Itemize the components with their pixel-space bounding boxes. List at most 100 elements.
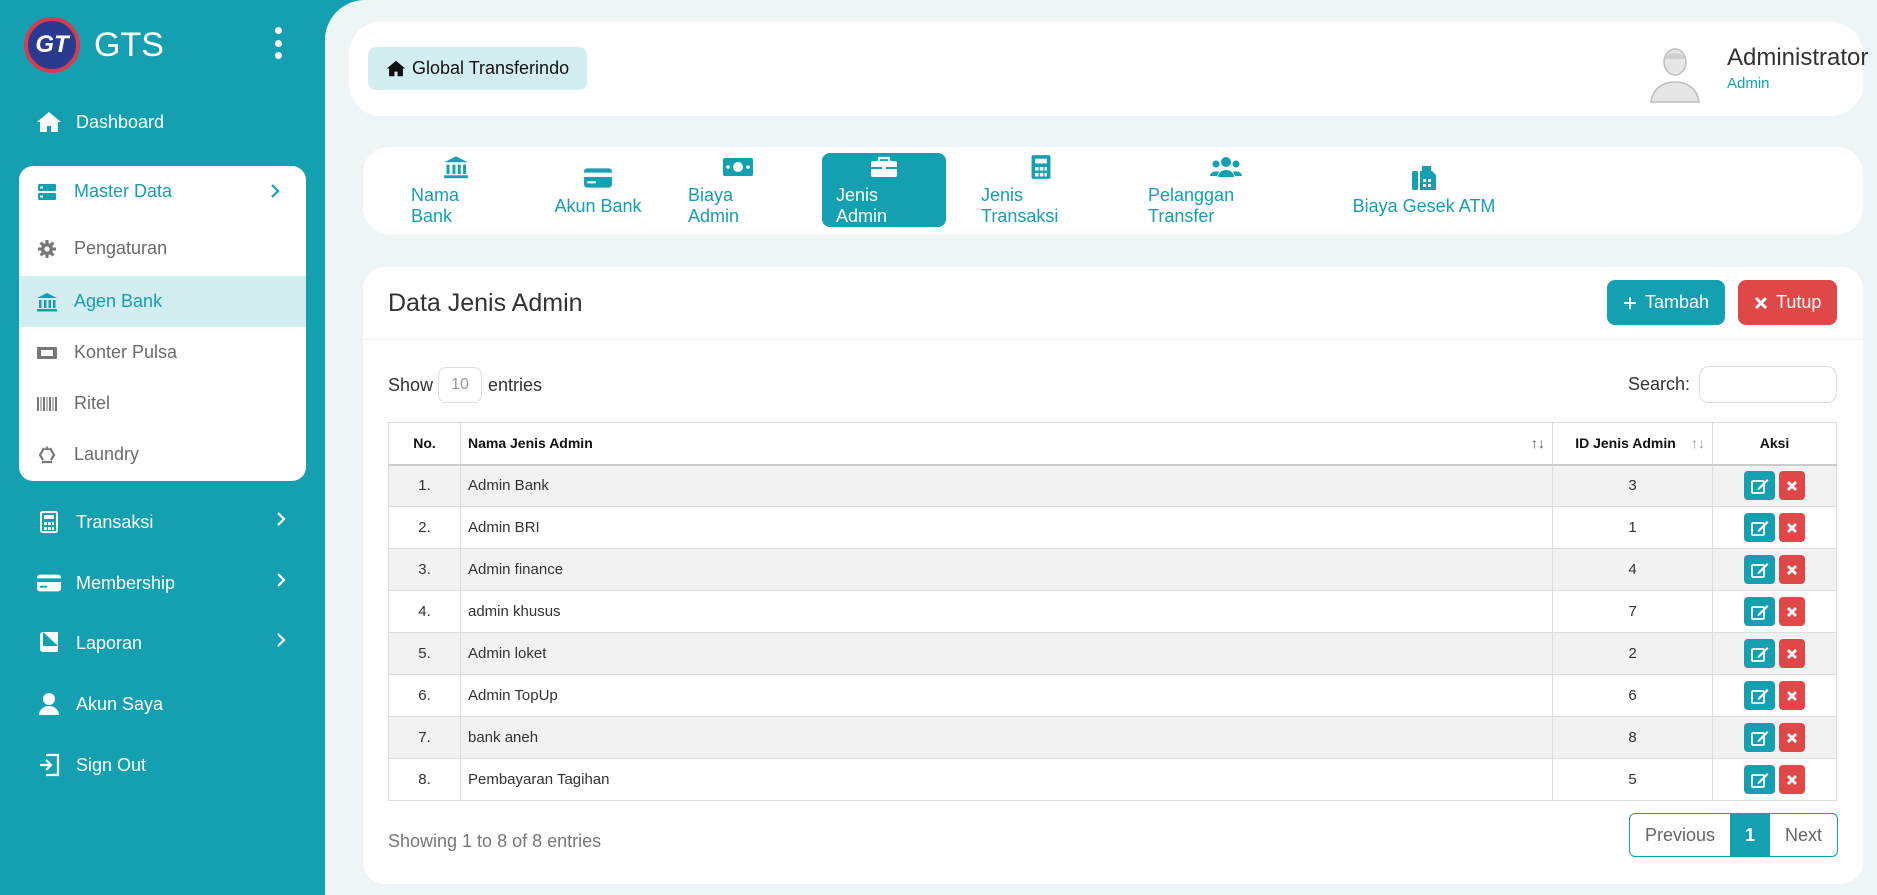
edit-button[interactable] <box>1744 765 1775 794</box>
tab-biaya-gesek-atm[interactable]: Biaya Gesek ATM <box>1338 153 1510 227</box>
cell-name: Admin BRI <box>460 506 1553 549</box>
delete-button[interactable] <box>1779 681 1805 710</box>
chevron-right-icon <box>276 511 286 532</box>
sidebar-subitem-laundry[interactable]: Laundry <box>19 429 306 480</box>
user-role: Admin <box>1727 75 1770 92</box>
sidebar-subitem-pengaturan[interactable]: Pengaturan <box>19 223 306 274</box>
tab-pelanggan-transfer[interactable]: Pelanggan Transfer <box>1134 153 1318 227</box>
table-row: 3. Admin finance 4 <box>388 548 1837 591</box>
table-row: 6. Admin TopUp 6 <box>388 674 1837 717</box>
delete-button[interactable] <box>1779 555 1805 584</box>
cell-actions <box>1712 716 1837 759</box>
sidebar-item-membership[interactable]: Membership <box>36 568 286 598</box>
column-header-aksi: Aksi <box>1712 422 1837 466</box>
cell-id: 8 <box>1552 716 1713 759</box>
breadcrumb[interactable]: Global Transferindo <box>368 47 588 90</box>
column-header-nama[interactable]: Nama Jenis Admin ↑↓ <box>460 422 1553 466</box>
delete-button[interactable] <box>1779 513 1805 542</box>
cell-actions <box>1712 506 1837 549</box>
cell-id: 5 <box>1552 758 1713 801</box>
cell-name: Admin loket <box>460 632 1553 675</box>
sidebar-item-master-data[interactable]: Master Data <box>19 166 306 217</box>
close-icon <box>1787 564 1797 575</box>
more-vertical-icon[interactable] <box>273 27 283 59</box>
edit-icon <box>1750 562 1768 578</box>
tab-akun-bank[interactable]: Akun Bank <box>539 153 657 227</box>
tab-label: Biaya Gesek ATM <box>1352 195 1496 216</box>
cell-no: 8. <box>388 758 461 801</box>
sidebar-item-akun-saya[interactable]: Akun Saya <box>36 689 286 719</box>
add-button-label: Tambah <box>1645 292 1710 312</box>
calculator-icon <box>1030 153 1052 181</box>
edit-icon <box>1750 772 1768 788</box>
previous-button[interactable]: Previous <box>1630 814 1730 856</box>
book-icon <box>36 630 62 656</box>
chevron-right-icon <box>276 572 286 593</box>
recycle-icon <box>36 444 58 466</box>
add-button[interactable]: Tambah <box>1607 280 1726 325</box>
page-length-select[interactable]: 10 <box>438 367 483 403</box>
delete-button[interactable] <box>1779 723 1805 752</box>
edit-button[interactable] <box>1744 555 1775 584</box>
column-header-id[interactable]: ID Jenis Admin ↑↓ <box>1552 422 1713 466</box>
avatar[interactable] <box>1645 40 1705 104</box>
table-row: 8. Pembayaran Tagihan 5 <box>388 758 1837 801</box>
tab-jenis-admin[interactable]: Jenis Admin <box>822 153 946 227</box>
sort-icon: ↑↓ <box>1691 435 1705 452</box>
tab-biaya-admin[interactable]: Biaya Admin <box>674 153 802 227</box>
close-icon <box>1787 606 1797 617</box>
edit-button[interactable] <box>1744 471 1775 501</box>
data-table: No. Nama Jenis Admin ↑↓ ID Jenis Admin ↑↓ … <box>388 422 1837 801</box>
cell-name: Admin finance <box>460 548 1553 591</box>
row-actions <box>1720 513 1829 542</box>
close-button-label: Tutup <box>1776 292 1822 312</box>
edit-button[interactable] <box>1744 723 1775 752</box>
row-actions <box>1720 765 1829 794</box>
users-icon <box>1209 153 1243 181</box>
data-card: Data Jenis Admin Tambah Tutup Show 10 en… <box>363 267 1863 884</box>
sidebar-item-label: Master Data <box>74 181 173 201</box>
close-button[interactable]: Tutup <box>1738 280 1838 325</box>
edit-icon <box>1750 604 1768 620</box>
brand[interactable]: GT GTS <box>24 15 164 75</box>
tab-jenis-transaksi[interactable]: Jenis Transaksi <box>967 153 1115 227</box>
delete-button[interactable] <box>1779 765 1805 794</box>
chevron-right-icon <box>276 632 286 653</box>
cell-actions <box>1712 590 1837 633</box>
delete-button[interactable] <box>1779 639 1805 668</box>
server-icon <box>36 181 58 203</box>
edit-button[interactable] <box>1744 597 1775 626</box>
table-row: 5. Admin loket 2 <box>388 632 1837 675</box>
user-icon <box>36 691 62 717</box>
cell-id: 7 <box>1552 590 1713 633</box>
sidebar-subitem-ritel[interactable]: Ritel <box>19 378 306 429</box>
search-control: Search: <box>1628 366 1837 403</box>
plus-icon <box>1623 296 1637 310</box>
column-header-label: Nama Jenis Admin <box>468 435 593 452</box>
delete-button[interactable] <box>1779 471 1805 501</box>
next-button[interactable]: Next <box>1770 814 1837 856</box>
pagination: Previous 1 Next <box>1628 813 1838 857</box>
sidebar-subitem-konter-pulsa[interactable]: Konter Pulsa <box>19 327 306 378</box>
show-label: Show <box>388 374 434 395</box>
column-header-no[interactable]: No. <box>388 422 461 466</box>
sidebar-item-transaksi[interactable]: Transaksi <box>36 507 286 537</box>
cell-no: 1. <box>388 464 461 507</box>
sidebar-item-sign-out[interactable]: Sign Out <box>36 750 286 780</box>
search-input[interactable] <box>1699 366 1837 403</box>
sidebar-subitem-label: Ritel <box>74 393 111 413</box>
page-1-button[interactable]: 1 <box>1729 814 1770 856</box>
delete-button[interactable] <box>1779 597 1805 626</box>
sidebar-item-dashboard[interactable]: Dashboard <box>36 107 286 137</box>
sidebar-item-laporan[interactable]: Laporan <box>36 628 286 658</box>
edit-button[interactable] <box>1744 681 1775 710</box>
edit-icon <box>1750 730 1768 746</box>
cell-actions <box>1712 758 1837 801</box>
sidebar-subitem-label: Konter Pulsa <box>74 342 178 362</box>
edit-button[interactable] <box>1744 513 1775 542</box>
bank-icon <box>443 153 469 181</box>
sidebar-subitem-agen-bank[interactable]: Agen Bank <box>19 276 306 327</box>
cell-no: 6. <box>388 674 461 717</box>
edit-button[interactable] <box>1744 639 1775 668</box>
tab-nama-bank[interactable]: Nama Bank <box>397 153 515 227</box>
